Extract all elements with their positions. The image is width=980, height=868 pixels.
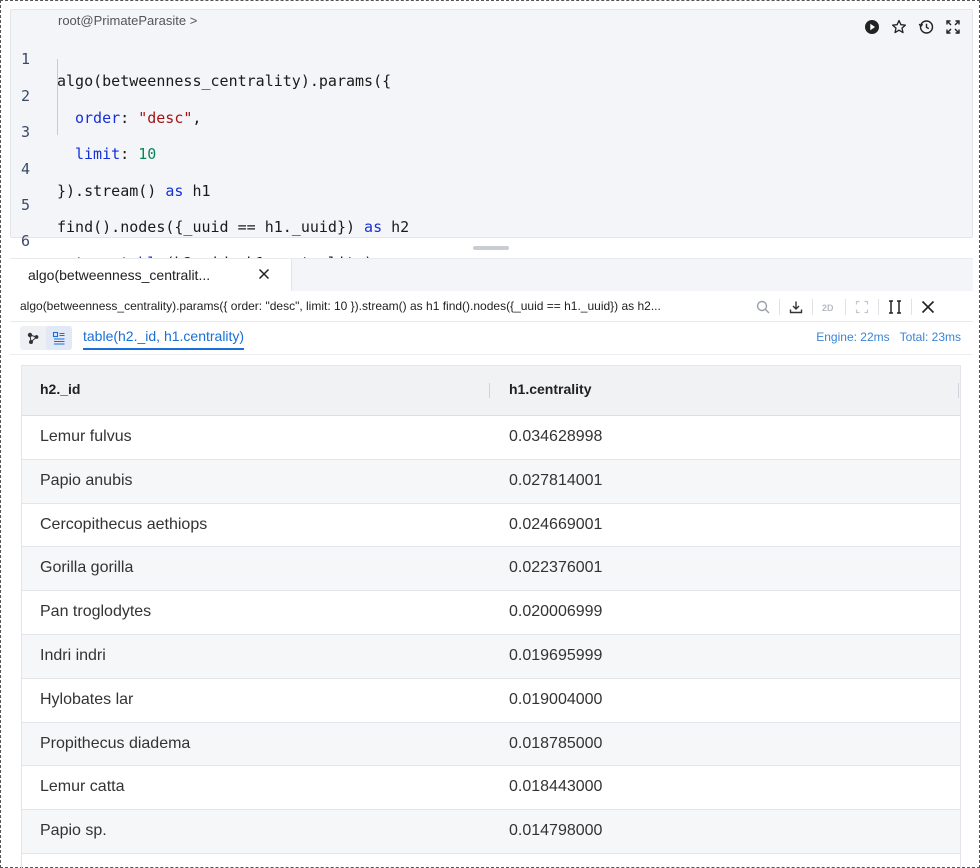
graph-view-icon[interactable] [20, 326, 46, 350]
code-line-4[interactable]: 4 }).stream() as h1 [11, 136, 831, 200]
run-icon[interactable] [863, 18, 881, 36]
result-table-tab[interactable]: table(h2._id, h1.centrality) [83, 328, 245, 350]
result-tabbar: algo(betweenness_centralit... [10, 258, 973, 292]
app-frame: root@PrimateParasite > 1 algo(betweennes… [0, 0, 980, 868]
expand-icon[interactable] [851, 296, 873, 318]
cell-id: Propithecus diadema [40, 734, 191, 752]
result-tab-label: algo(betweenness_centralit... [28, 267, 211, 283]
table-row[interactable]: Gorilla gorilla 0.022376001 [22, 547, 960, 592]
table-body: Lemur fulvus 0.034628998 Papio anubis 0.027… [22, 416, 960, 854]
column-divider[interactable] [489, 383, 490, 398]
line-number: 6 [21, 232, 31, 250]
table-row[interactable]: Papio sp. 0.014798000 [22, 810, 960, 854]
divider [845, 299, 846, 315]
cell-centrality: 0.022376001 [509, 559, 603, 577]
view-toggle [20, 326, 72, 350]
table-row[interactable]: Indri indri 0.019695999 [22, 634, 960, 679]
query-bar-icons: 2D [752, 296, 939, 318]
code-line-1[interactable]: 1 algo(betweenness_centrality).params({ [11, 26, 831, 90]
query-bar: algo(betweenness_centrality).params({ or… [10, 291, 973, 322]
cell-id: Indri indri [40, 646, 106, 664]
code-line-6[interactable]: 6 return table(h2._id, h1.centrality) [11, 208, 831, 272]
results-table: h2._id h1.centrality Lemur fulvus 0.03462… [21, 365, 961, 868]
cell-centrality: 0.024669001 [509, 515, 603, 533]
cell-id: Papio sp. [40, 822, 107, 840]
cell-centrality: 0.018785000 [509, 734, 603, 752]
view-bar: table(h2._id, h1.centrality) Engine: 22m… [10, 322, 973, 355]
2d-icon[interactable]: 2D [818, 296, 840, 318]
table-row[interactable]: Lemur fulvus 0.034628998 [22, 416, 960, 460]
total-time: Total: 23ms [899, 330, 961, 344]
table-row[interactable]: Propithecus diadema 0.018785000 [22, 722, 960, 767]
cell-id: Gorilla gorilla [40, 559, 134, 577]
fullscreen-icon[interactable] [944, 18, 962, 36]
2d-mode-label: 2D [822, 303, 834, 313]
timing-info: Engine: 22ms Total: 23ms [816, 330, 961, 344]
query-text: algo(betweenness_centrality).params({ or… [20, 299, 661, 313]
cell-centrality: 0.019004000 [509, 690, 603, 708]
close-icon[interactable] [917, 296, 939, 318]
cell-id: Papio anubis [40, 471, 133, 489]
cell-id: Lemur catta [40, 778, 125, 796]
query-editor[interactable]: root@PrimateParasite > 1 algo(betweennes… [10, 9, 973, 272]
cell-id: Hylobates lar [40, 690, 134, 708]
cell-centrality: 0.020006999 [509, 603, 603, 621]
table-header: h2._id h1.centrality [22, 366, 960, 416]
cell-centrality: 0.019695999 [509, 646, 603, 664]
cell-centrality: 0.034628998 [509, 428, 603, 445]
divider [779, 299, 780, 315]
column-header-centrality[interactable]: h1.centrality [509, 381, 591, 397]
engine-time: Engine: 22ms [816, 330, 890, 344]
divider [812, 299, 813, 315]
history-icon[interactable] [917, 18, 935, 36]
download-icon[interactable] [785, 296, 807, 318]
code-line-2[interactable]: 2 order: "desc", [11, 63, 831, 127]
table-row[interactable]: Lemur catta 0.018443000 [22, 766, 960, 811]
table-row[interactable]: Cercopithecus aethiops 0.024669001 [22, 504, 960, 548]
column-header-id[interactable]: h2._id [40, 381, 80, 397]
code-line-5[interactable]: 5 find().nodes({_uuid == h1._uuid}) as h… [11, 172, 831, 236]
close-tab-icon[interactable] [255, 265, 273, 283]
cell-id: Lemur fulvus [40, 428, 132, 445]
table-row[interactable]: Pan troglodytes 0.020006999 [22, 591, 960, 635]
table-row[interactable]: Papio anubis 0.027814001 [22, 459, 960, 504]
star-icon[interactable] [890, 18, 908, 36]
cell-id: Pan troglodytes [40, 603, 152, 621]
code-line-3[interactable]: 3 limit: 10 [11, 99, 831, 163]
divider [911, 299, 912, 315]
editor-toolbar [863, 18, 962, 36]
cell-centrality: 0.018443000 [509, 778, 603, 796]
table-view-icon[interactable] [46, 326, 72, 350]
column-divider[interactable] [958, 383, 959, 398]
resize-handle[interactable] [473, 246, 509, 250]
split-icon[interactable] [884, 296, 906, 318]
cell-centrality: 0.014798000 [509, 822, 603, 840]
search-icon[interactable] [752, 296, 774, 318]
cell-centrality: 0.027814001 [509, 471, 603, 489]
cell-id: Cercopithecus aethiops [40, 515, 208, 533]
divider [878, 299, 879, 315]
result-tab[interactable]: algo(betweenness_centralit... [10, 259, 292, 292]
table-row[interactable]: Hylobates lar 0.019004000 [22, 679, 960, 723]
